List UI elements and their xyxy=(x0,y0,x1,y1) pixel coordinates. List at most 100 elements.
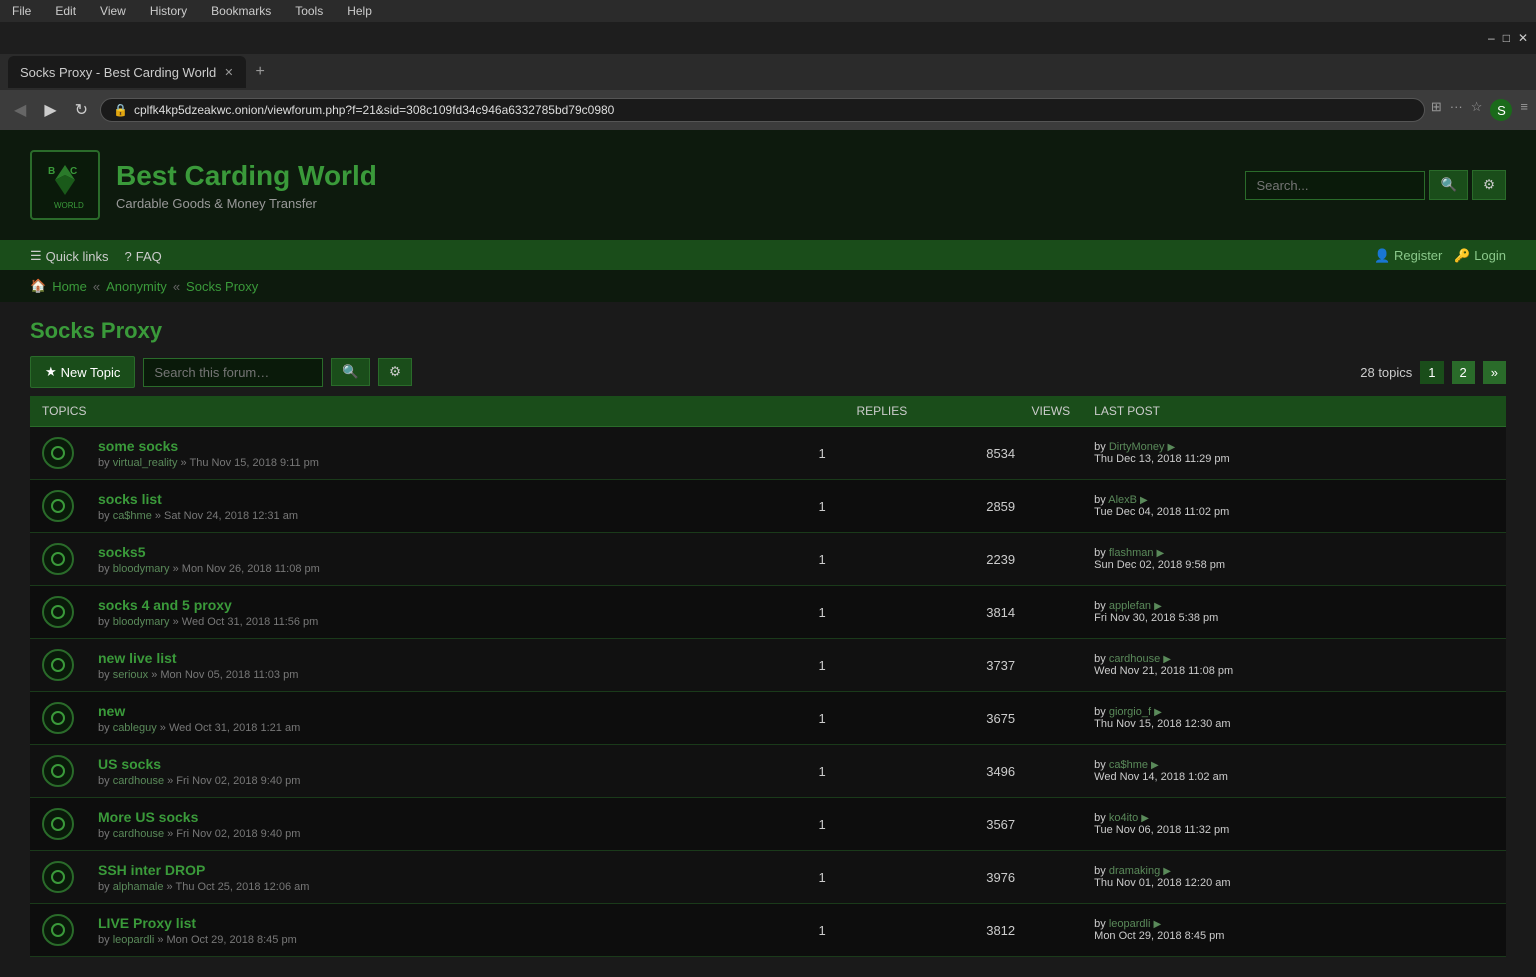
last-post-arrow-icon: ▶ xyxy=(1141,813,1149,824)
topic-author-link[interactable]: serioux xyxy=(113,669,148,681)
more-icon[interactable]: ··· xyxy=(1450,99,1463,121)
topic-meta: by ca$hme » Sat Nov 24, 2018 12:31 am xyxy=(98,510,713,522)
title-bar: – □ ✕ xyxy=(0,22,1536,54)
topic-title-link[interactable]: socks5 xyxy=(98,544,713,560)
topic-author-link[interactable]: virtual_reality xyxy=(113,457,178,469)
topic-author-link[interactable]: cableguy xyxy=(113,722,157,734)
reload-button[interactable]: ↻ xyxy=(69,98,94,122)
last-poster-link[interactable]: ko4ito xyxy=(1109,812,1138,824)
topic-title-link[interactable]: some socks xyxy=(98,438,713,454)
topic-icon-cell xyxy=(30,533,86,586)
lastpost-col-header: LAST POST xyxy=(1082,396,1506,427)
topic-author-link[interactable]: ca$hme xyxy=(113,510,152,522)
table-row: socks5 by bloodymary » Mon Nov 26, 2018 … xyxy=(30,533,1506,586)
topic-title-link[interactable]: US socks xyxy=(98,756,713,772)
topic-status-inner xyxy=(51,764,65,778)
register-link[interactable]: 👤 Register xyxy=(1374,248,1442,264)
new-topic-button[interactable]: ★ New Topic xyxy=(30,356,135,388)
tab-title: Socks Proxy - Best Carding World xyxy=(20,65,216,80)
last-poster-link[interactable]: leopardli xyxy=(1109,918,1151,930)
topic-author-link[interactable]: cardhouse xyxy=(113,775,164,787)
reader-icon[interactable]: ⊞ xyxy=(1431,99,1442,121)
quick-links-button[interactable]: ☰ Quick links xyxy=(30,248,109,264)
site-logo: B C WORLD xyxy=(30,150,100,220)
navigation-bar: ◀ ▶ ↻ 🔒 cplfk4kp5dzeakwc.onion/viewforum… xyxy=(0,90,1536,130)
bookmark-icon[interactable]: ☆ xyxy=(1471,99,1483,121)
tab-close-button[interactable]: ✕ xyxy=(224,66,233,79)
topic-icon-cell xyxy=(30,692,86,745)
topic-icon-cell xyxy=(30,427,86,480)
last-poster-link[interactable]: ca$hme xyxy=(1109,759,1148,771)
last-poster-link[interactable]: flashman xyxy=(1109,547,1154,559)
topic-icon-cell xyxy=(30,798,86,851)
topic-title-link[interactable]: socks 4 and 5 proxy xyxy=(98,597,713,613)
register-icon: 👤 xyxy=(1374,248,1390,263)
active-tab[interactable]: Socks Proxy - Best Carding World ✕ xyxy=(8,56,246,88)
topic-title-link[interactable]: SSH inter DROP xyxy=(98,862,713,878)
last-poster-link[interactable]: AlexB xyxy=(1108,494,1137,506)
last-poster-link[interactable]: cardhouse xyxy=(1109,653,1160,665)
topic-title-link[interactable]: More US socks xyxy=(98,809,713,825)
topic-author-link[interactable]: bloodymary xyxy=(113,616,170,628)
maximize-button[interactable]: □ xyxy=(1503,31,1510,45)
search-button[interactable]: 🔍 xyxy=(1429,170,1468,200)
views-cell: 3812 xyxy=(919,904,1082,957)
breadcrumb-home[interactable]: Home xyxy=(52,279,87,294)
logo-svg: B C WORLD xyxy=(40,160,90,210)
register-label: Register xyxy=(1394,248,1442,263)
page-1-button[interactable]: 1 xyxy=(1420,361,1443,384)
topic-status-inner xyxy=(51,552,65,566)
minimize-button[interactable]: – xyxy=(1488,31,1495,45)
topic-title-link[interactable]: socks list xyxy=(98,491,713,507)
nav-right: 👤 Register 🔑 Login xyxy=(1374,248,1506,264)
quick-links-label: Quick links xyxy=(46,249,109,264)
menu-view[interactable]: View xyxy=(96,2,130,20)
breadcrumb-sep-2: « xyxy=(173,279,180,294)
table-row: new by cableguy » Wed Oct 31, 2018 1:21 … xyxy=(30,692,1506,745)
topic-title-link[interactable]: new live list xyxy=(98,650,713,666)
extension-icon[interactable]: ≡ xyxy=(1520,99,1528,121)
new-tab-button[interactable]: + xyxy=(246,57,275,87)
forum-settings-button[interactable]: ⚙ xyxy=(378,358,412,386)
topic-title-link[interactable]: new xyxy=(98,703,713,719)
last-post-arrow-icon: ▶ xyxy=(1154,707,1162,718)
account-icon[interactable]: S xyxy=(1490,99,1512,121)
last-poster-link[interactable]: dramaking xyxy=(1109,865,1160,877)
menu-file[interactable]: File xyxy=(8,2,35,20)
breadcrumb-anonymity[interactable]: Anonymity xyxy=(106,279,167,294)
menu-history[interactable]: History xyxy=(146,2,191,20)
forum-search-button[interactable]: 🔍 xyxy=(331,358,370,386)
topic-author-link[interactable]: cardhouse xyxy=(113,828,164,840)
menu-edit[interactable]: Edit xyxy=(51,2,80,20)
next-page-button[interactable]: » xyxy=(1483,361,1506,384)
topic-info-cell: LIVE Proxy list by leopardli » Mon Oct 2… xyxy=(86,904,725,957)
toolbar-left: ★ New Topic 🔍 ⚙ xyxy=(30,356,412,388)
page-2-button[interactable]: 2 xyxy=(1452,361,1475,384)
topic-author-link[interactable]: bloodymary xyxy=(113,563,170,575)
url-text: cplfk4kp5dzeakwc.onion/viewforum.php?f=2… xyxy=(134,103,1412,117)
faq-link[interactable]: ? FAQ xyxy=(125,249,162,264)
close-button[interactable]: ✕ xyxy=(1518,31,1528,45)
last-post-arrow-icon: ▶ xyxy=(1140,495,1148,506)
menu-bookmarks[interactable]: Bookmarks xyxy=(207,2,275,20)
menu-help[interactable]: Help xyxy=(343,2,376,20)
login-link[interactable]: 🔑 Login xyxy=(1454,248,1506,264)
forum-search-input[interactable] xyxy=(143,358,323,387)
topic-meta: by cardhouse » Fri Nov 02, 2018 9:40 pm xyxy=(98,775,713,787)
settings-button[interactable]: ⚙ xyxy=(1472,170,1506,200)
last-poster-link[interactable]: applefan xyxy=(1109,600,1151,612)
nav-left: ☰ Quick links ? FAQ xyxy=(30,248,162,264)
topic-icon-cell xyxy=(30,639,86,692)
search-input[interactable] xyxy=(1245,171,1425,200)
topic-title-link[interactable]: LIVE Proxy list xyxy=(98,915,713,931)
topic-author-link[interactable]: leopardli xyxy=(113,934,155,946)
last-poster-link[interactable]: giorgio_f xyxy=(1109,706,1151,718)
back-button[interactable]: ◀ xyxy=(8,98,32,122)
forward-button[interactable]: ▶ xyxy=(38,98,62,122)
topic-meta: by bloodymary » Mon Nov 26, 2018 11:08 p… xyxy=(98,563,713,575)
last-poster-link[interactable]: DirtyMoney xyxy=(1109,441,1165,453)
address-bar[interactable]: 🔒 cplfk4kp5dzeakwc.onion/viewforum.php?f… xyxy=(100,98,1425,122)
menu-tools[interactable]: Tools xyxy=(291,2,327,20)
topic-info-cell: new live list by serioux » Mon Nov 05, 2… xyxy=(86,639,725,692)
topic-author-link[interactable]: alphamale xyxy=(113,881,164,893)
